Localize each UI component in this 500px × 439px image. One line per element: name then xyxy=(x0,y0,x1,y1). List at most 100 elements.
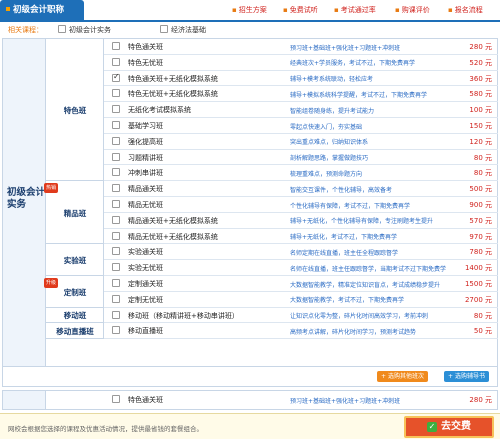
table-row[interactable]: 冲刺串讲班 梳理重难点，预测命题方向 80 元 xyxy=(104,165,498,182)
course-checkbox[interactable] xyxy=(112,310,120,319)
course-price: 1400 元 xyxy=(464,264,492,273)
category-cell: 初级会计 实务 xyxy=(3,39,46,366)
course-desc: 预习班+基础班+强化班+习题班+冲刺班 xyxy=(290,44,401,52)
group-cell: 定制班 升级 xyxy=(44,276,104,308)
course-checkbox[interactable] xyxy=(112,89,120,98)
course-desc: 智能组卷随身练，提升考试能力 xyxy=(290,107,375,115)
tab-accounting-practice[interactable]: 初级会计实务 xyxy=(58,25,111,35)
checkbox-icon[interactable] xyxy=(58,25,66,33)
course-price: 900 元 xyxy=(469,201,492,209)
course-checkbox[interactable] xyxy=(112,279,120,287)
course-desc: 名师定期在线直播，班主任全程跟踪督学 xyxy=(290,249,399,257)
course-price: 100 元 xyxy=(469,106,492,115)
course-name: 定制通关班 xyxy=(128,280,163,288)
category-label: 初级会计 实务 xyxy=(7,187,46,210)
table-row[interactable]: 实验通关班 名师定期在线直播，班主任全程跟踪督学 780 元 xyxy=(104,244,498,261)
related-label: 相关课程： xyxy=(8,26,43,34)
course-checkbox[interactable] xyxy=(112,105,120,114)
bullet-icon: ▪ xyxy=(334,6,339,14)
link-process[interactable]: ▪ 报名流程 xyxy=(448,5,483,15)
course-checkbox[interactable] xyxy=(112,121,120,129)
course-desc: 预习班+基础班+强化班+习题班+冲刺班 xyxy=(290,397,401,405)
course-price: 150 元 xyxy=(469,122,492,130)
course-desc: 个性化辅导有保障，考试不过，下期免费再学 xyxy=(290,202,411,210)
course-name: 习题精讲班 xyxy=(128,153,163,162)
table-row[interactable]: 定制无忧班 大数据智能教学，考试不过，下期免费再学 2700 元 xyxy=(104,292,498,308)
table-row[interactable]: 无纸化考试模拟系统 智能组卷随身练，提升考试能力 100 元 xyxy=(104,102,498,118)
course-desc: 名师在线直播，班主任跟踪督学，当期考试不过下期免费学 xyxy=(290,265,447,273)
link-trial[interactable]: ▪ 免费试听 xyxy=(283,5,318,15)
course-checkbox[interactable] xyxy=(112,184,120,193)
course-name: 特色通关班+无纸化模拟系统 xyxy=(128,74,218,83)
link-reviews[interactable]: ▪ 购课评价 xyxy=(395,5,430,15)
course-checkbox[interactable] xyxy=(112,72,120,82)
checkbox-icon[interactable] xyxy=(160,25,168,33)
bullet-icon: ▪ xyxy=(448,6,453,14)
second-course-table: 特色通关班 预习班+基础班+强化班+习题班+冲刺班 280 元 xyxy=(2,390,498,410)
course-desc: 辅导+无纸化，考试不过，下期免费再学 xyxy=(290,234,398,242)
table-row[interactable]: 精品通关班 智能交互课件，个性化辅导，高效备考 500 元 xyxy=(104,181,498,197)
course-desc: 智能交互课件，个性化辅导，高效备考 xyxy=(290,186,393,194)
table-row[interactable]: 精品无忧班 个性化辅导有保障，考试不过，下期免费再学 900 元 xyxy=(104,197,498,213)
table-row[interactable]: 移动班（移动精讲班+移动串讲班） 让知识点化零为整，碎片化时间高效学习，考前冲刺 8… xyxy=(104,308,498,324)
group-label: 特色班 xyxy=(63,106,87,116)
course-checkbox[interactable] xyxy=(112,294,120,303)
table-row[interactable]: 特色无忧班+无纸化模拟系统 辅导+模拟系统科学提醒，考试不过，下期免费再学 580 … xyxy=(104,86,498,103)
course-desc: 大数据智能教学，精准定位知识盲点，考试成绩稳步提升 xyxy=(290,281,441,289)
header-bar: 初级会计职称 ▪ 招生方案 ▪ 免费试听 ▪ 考试通过率 ▪ 购课评价 ▪ 报名流程 xyxy=(0,0,500,22)
table-row[interactable]: 特色通关班 预习班+基础班+强化班+习题班+冲刺班 280 元 xyxy=(104,392,498,408)
course-checkbox[interactable] xyxy=(112,247,120,256)
link-passrate[interactable]: ▪ 考试通过率 xyxy=(334,5,376,15)
course-price: 120 元 xyxy=(469,137,492,146)
table-row[interactable]: 强化提高班 突出重点难点，归纳知识体系 120 元 xyxy=(104,134,498,150)
course-price: 80 元 xyxy=(473,169,492,178)
table-row[interactable]: 基础学习班 零起点快速入门，夯实基础 150 元 xyxy=(104,118,498,134)
table-row[interactable]: 特色通关班 预习班+基础班+强化班+习题班+冲刺班 280 元 xyxy=(104,39,498,55)
tab-economic-law[interactable]: 经济法基础 xyxy=(160,25,206,35)
course-price: 780 元 xyxy=(469,248,492,257)
choose-other-classes-button[interactable]: + 选购其他班次 xyxy=(377,371,428,382)
course-price: 360 元 xyxy=(469,74,492,83)
table-row[interactable]: 实验无忧班 名师在线直播，班主任跟踪督学，当期考试不过下期免费学 1400 元 xyxy=(104,260,498,276)
table-row[interactable]: 定制通关班 大数据智能教学，精准定位知识盲点，考试成绩稳步提升 1500 元 xyxy=(104,276,498,292)
table-row[interactable]: 习题精讲班 剖析解题思路，掌握做题技巧 80 元 xyxy=(104,150,498,166)
table-row[interactable]: 特色无忧班 经典班次+学员服务，考试不过，下期免费再学 520 元 xyxy=(104,55,498,71)
course-name: 移动班（移动精讲班+移动串讲班） xyxy=(128,311,239,320)
course-checkbox[interactable] xyxy=(112,57,120,66)
table-row[interactable]: 移动直播班 高频考点讲解，碎片化时间学习，预测考试趋势 50 元 xyxy=(104,323,498,340)
choose-books-button[interactable]: + 选购辅导书 xyxy=(444,371,489,382)
course-checkbox[interactable] xyxy=(112,168,120,177)
course-checkbox[interactable] xyxy=(112,136,120,145)
course-price: 580 元 xyxy=(469,90,492,99)
brand-tab[interactable]: 初级会计职称 xyxy=(0,0,84,20)
course-price: 500 元 xyxy=(469,185,492,194)
course-price: 280 元 xyxy=(469,396,492,404)
course-price: 970 元 xyxy=(469,232,492,241)
course-name: 实验无忧班 xyxy=(128,264,163,273)
course-name: 特色通关班 xyxy=(128,396,163,404)
table-row[interactable]: 精品通关班+无纸化模拟系统 辅导+无纸化，个性化辅导有保障，专注刷题考生提升 570… xyxy=(104,213,498,229)
course-checkbox[interactable] xyxy=(112,395,120,403)
course-checkbox[interactable] xyxy=(112,263,120,272)
course-checkbox[interactable] xyxy=(112,42,120,50)
group-label: 移动班 xyxy=(63,311,87,321)
group-label: 移动直播班 xyxy=(56,327,94,337)
checkout-button[interactable]: ✓ 去交费 xyxy=(404,416,494,438)
table-row[interactable]: 精品无忧班+无纸化模拟系统 辅导+无纸化，考试不过，下期免费再学 970 元 xyxy=(104,229,498,245)
course-checkbox[interactable] xyxy=(112,215,120,224)
course-checkbox[interactable] xyxy=(112,326,120,335)
link-plan[interactable]: ▪ 招生方案 xyxy=(232,5,267,15)
course-name: 特色无忧班 xyxy=(128,58,163,67)
course-checkbox[interactable] xyxy=(112,231,120,240)
course-checkbox[interactable] xyxy=(112,200,120,208)
group-cell: 特色班 xyxy=(46,39,104,182)
group-cell: 移动班 xyxy=(46,307,104,324)
footer-tip: 网校会根据您选择的课程及优惠活动情况，提供最省钱的套餐组合。 xyxy=(8,425,203,433)
course-name: 特色通关班 xyxy=(128,43,163,51)
table-row[interactable]: 特色通关班+无纸化模拟系统 辅导+模考系统联动，轻松应考 360 元 xyxy=(104,71,498,87)
group-label: 实验班 xyxy=(63,256,87,266)
group-cell: 实验班 xyxy=(46,244,104,276)
course-desc: 突出重点难点，归纳知识体系 xyxy=(290,139,369,147)
course-name: 精品无忧班+无纸化模拟系统 xyxy=(128,232,218,241)
course-checkbox[interactable] xyxy=(112,152,120,161)
